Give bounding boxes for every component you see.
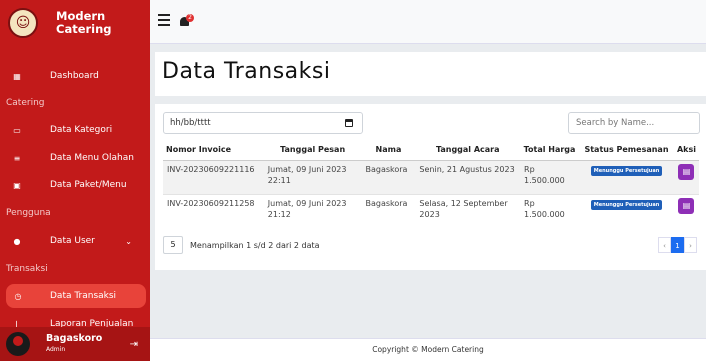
prev-page-button[interactable]: ‹	[658, 237, 671, 253]
section-transaksi: Transaksi	[6, 264, 48, 274]
clock-icon: ◷	[14, 291, 22, 301]
page-1-button[interactable]: 1	[671, 237, 684, 253]
bell-icon[interactable]: 2	[179, 14, 194, 28]
pagination: ‹ 1 ›	[658, 237, 697, 253]
dashboard-icon: ▦	[13, 71, 21, 81]
sidebar-item-kategori[interactable]: ▭ Data Kategori	[0, 118, 150, 142]
profile-name: Bagaskoro Admin	[46, 333, 103, 353]
calendar-icon[interactable]	[345, 119, 353, 127]
col-tanggal-pesan[interactable]: Tanggal Pesan	[263, 140, 362, 161]
invoice-cell: INV-20230609211258	[163, 193, 264, 228]
transaction-card: hh/bb/tttt Nomor Invoice Tanggal Pesan N…	[155, 104, 706, 270]
transactions-table: Nomor Invoice Tanggal Pesan Nama Tanggal…	[163, 140, 699, 228]
date-filter-input[interactable]: hh/bb/tttt	[163, 112, 363, 134]
sidebar-item-user[interactable]: ● Data User ⌄	[0, 229, 150, 253]
list-icon: ≡	[13, 153, 21, 163]
sidebar-item-menu-olahan[interactable]: ≡ Data Menu Olahan	[0, 146, 150, 170]
col-nama[interactable]: Nama	[361, 140, 416, 161]
notification-badge: 2	[186, 14, 194, 22]
folder-icon: ▭	[13, 125, 21, 135]
logout-icon[interactable]: ⇥	[130, 339, 138, 350]
page-header: Data Transaksi	[155, 52, 706, 96]
topbar: 2	[150, 0, 706, 44]
table-header-row: Nomor Invoice Tanggal Pesan Nama Tanggal…	[163, 140, 699, 161]
detail-button[interactable]: ▤	[678, 197, 695, 214]
nama-cell: Bagaskora	[361, 193, 416, 228]
chevron-down-icon: ⌄	[125, 236, 132, 246]
bookmark-icon: ▣	[13, 180, 21, 190]
profile: Bagaskoro Admin ⇥	[0, 327, 150, 361]
status-cell: Menunggu Persetujuan	[579, 159, 674, 194]
footer: Copyright © Modern Catering	[150, 338, 706, 361]
document-icon: ▤	[682, 166, 691, 176]
col-status[interactable]: Status Pemesanan	[579, 140, 674, 161]
page-title: Data Transaksi	[162, 59, 331, 84]
avatar[interactable]	[6, 332, 30, 356]
total-harga-cell: Rp 1.500.000	[520, 193, 580, 228]
aksi-cell: ▤	[673, 193, 699, 228]
page-size-select[interactable]: 5	[163, 236, 183, 254]
brand[interactable]: ☺ Modern Catering	[0, 0, 150, 46]
table-row: INV-20230609211258 Jumat, 09 Juni 2023 2…	[163, 193, 699, 228]
brand-name: Modern Catering	[56, 9, 112, 36]
status-cell: Menunggu Persetujuan	[579, 193, 674, 228]
document-icon: ▤	[682, 200, 691, 210]
tanggal-acara-cell: Selasa, 12 September 2023	[415, 193, 521, 228]
sidebar-item-transaksi[interactable]: ◷ Data Transaksi	[6, 284, 146, 308]
detail-button[interactable]: ▤	[678, 163, 695, 180]
section-catering: Catering	[6, 98, 45, 108]
hamburger-icon[interactable]	[158, 14, 170, 26]
nama-cell: Bagaskora	[361, 159, 416, 194]
total-harga-cell: Rp 1.500.000	[520, 159, 580, 194]
tanggal-pesan-cell: Jumat, 09 Juni 2023 21:12	[263, 193, 362, 228]
col-total-harga[interactable]: Total Harga	[520, 140, 580, 161]
tanggal-pesan-cell: Jumat, 09 Juni 2023 22:11	[263, 159, 362, 194]
col-invoice[interactable]: Nomor Invoice	[163, 140, 264, 161]
status-badge: Menunggu Persetujuan	[590, 165, 663, 176]
sidebar-item-dashboard[interactable]: ▦ Dashboard	[0, 64, 150, 88]
col-tanggal-acara[interactable]: Tanggal Acara	[415, 140, 521, 161]
sidebar: ☺ Modern Catering ▦ Dashboard Catering ▭…	[0, 0, 150, 361]
table-row: INV-20230609221116 Jumat, 09 Juni 2023 2…	[163, 159, 699, 194]
status-badge: Menunggu Persetujuan	[590, 199, 663, 210]
col-aksi: Aksi	[673, 140, 699, 161]
pagination-info: Menampilkan 1 s/d 2 dari 2 data	[190, 241, 320, 250]
sidebar-item-paket-menu[interactable]: ▣ Data Paket/Menu	[0, 173, 150, 197]
chef-logo-icon: ☺	[8, 8, 38, 38]
users-icon: ●	[13, 236, 21, 246]
aksi-cell: ▤	[673, 159, 699, 194]
invoice-cell: INV-20230609221116	[163, 159, 264, 194]
tanggal-acara-cell: Senin, 21 Agustus 2023	[415, 159, 521, 194]
profile-role: Admin	[46, 346, 66, 353]
next-page-button[interactable]: ›	[684, 237, 697, 253]
section-pengguna: Pengguna	[6, 208, 51, 218]
search-input[interactable]	[568, 112, 700, 134]
